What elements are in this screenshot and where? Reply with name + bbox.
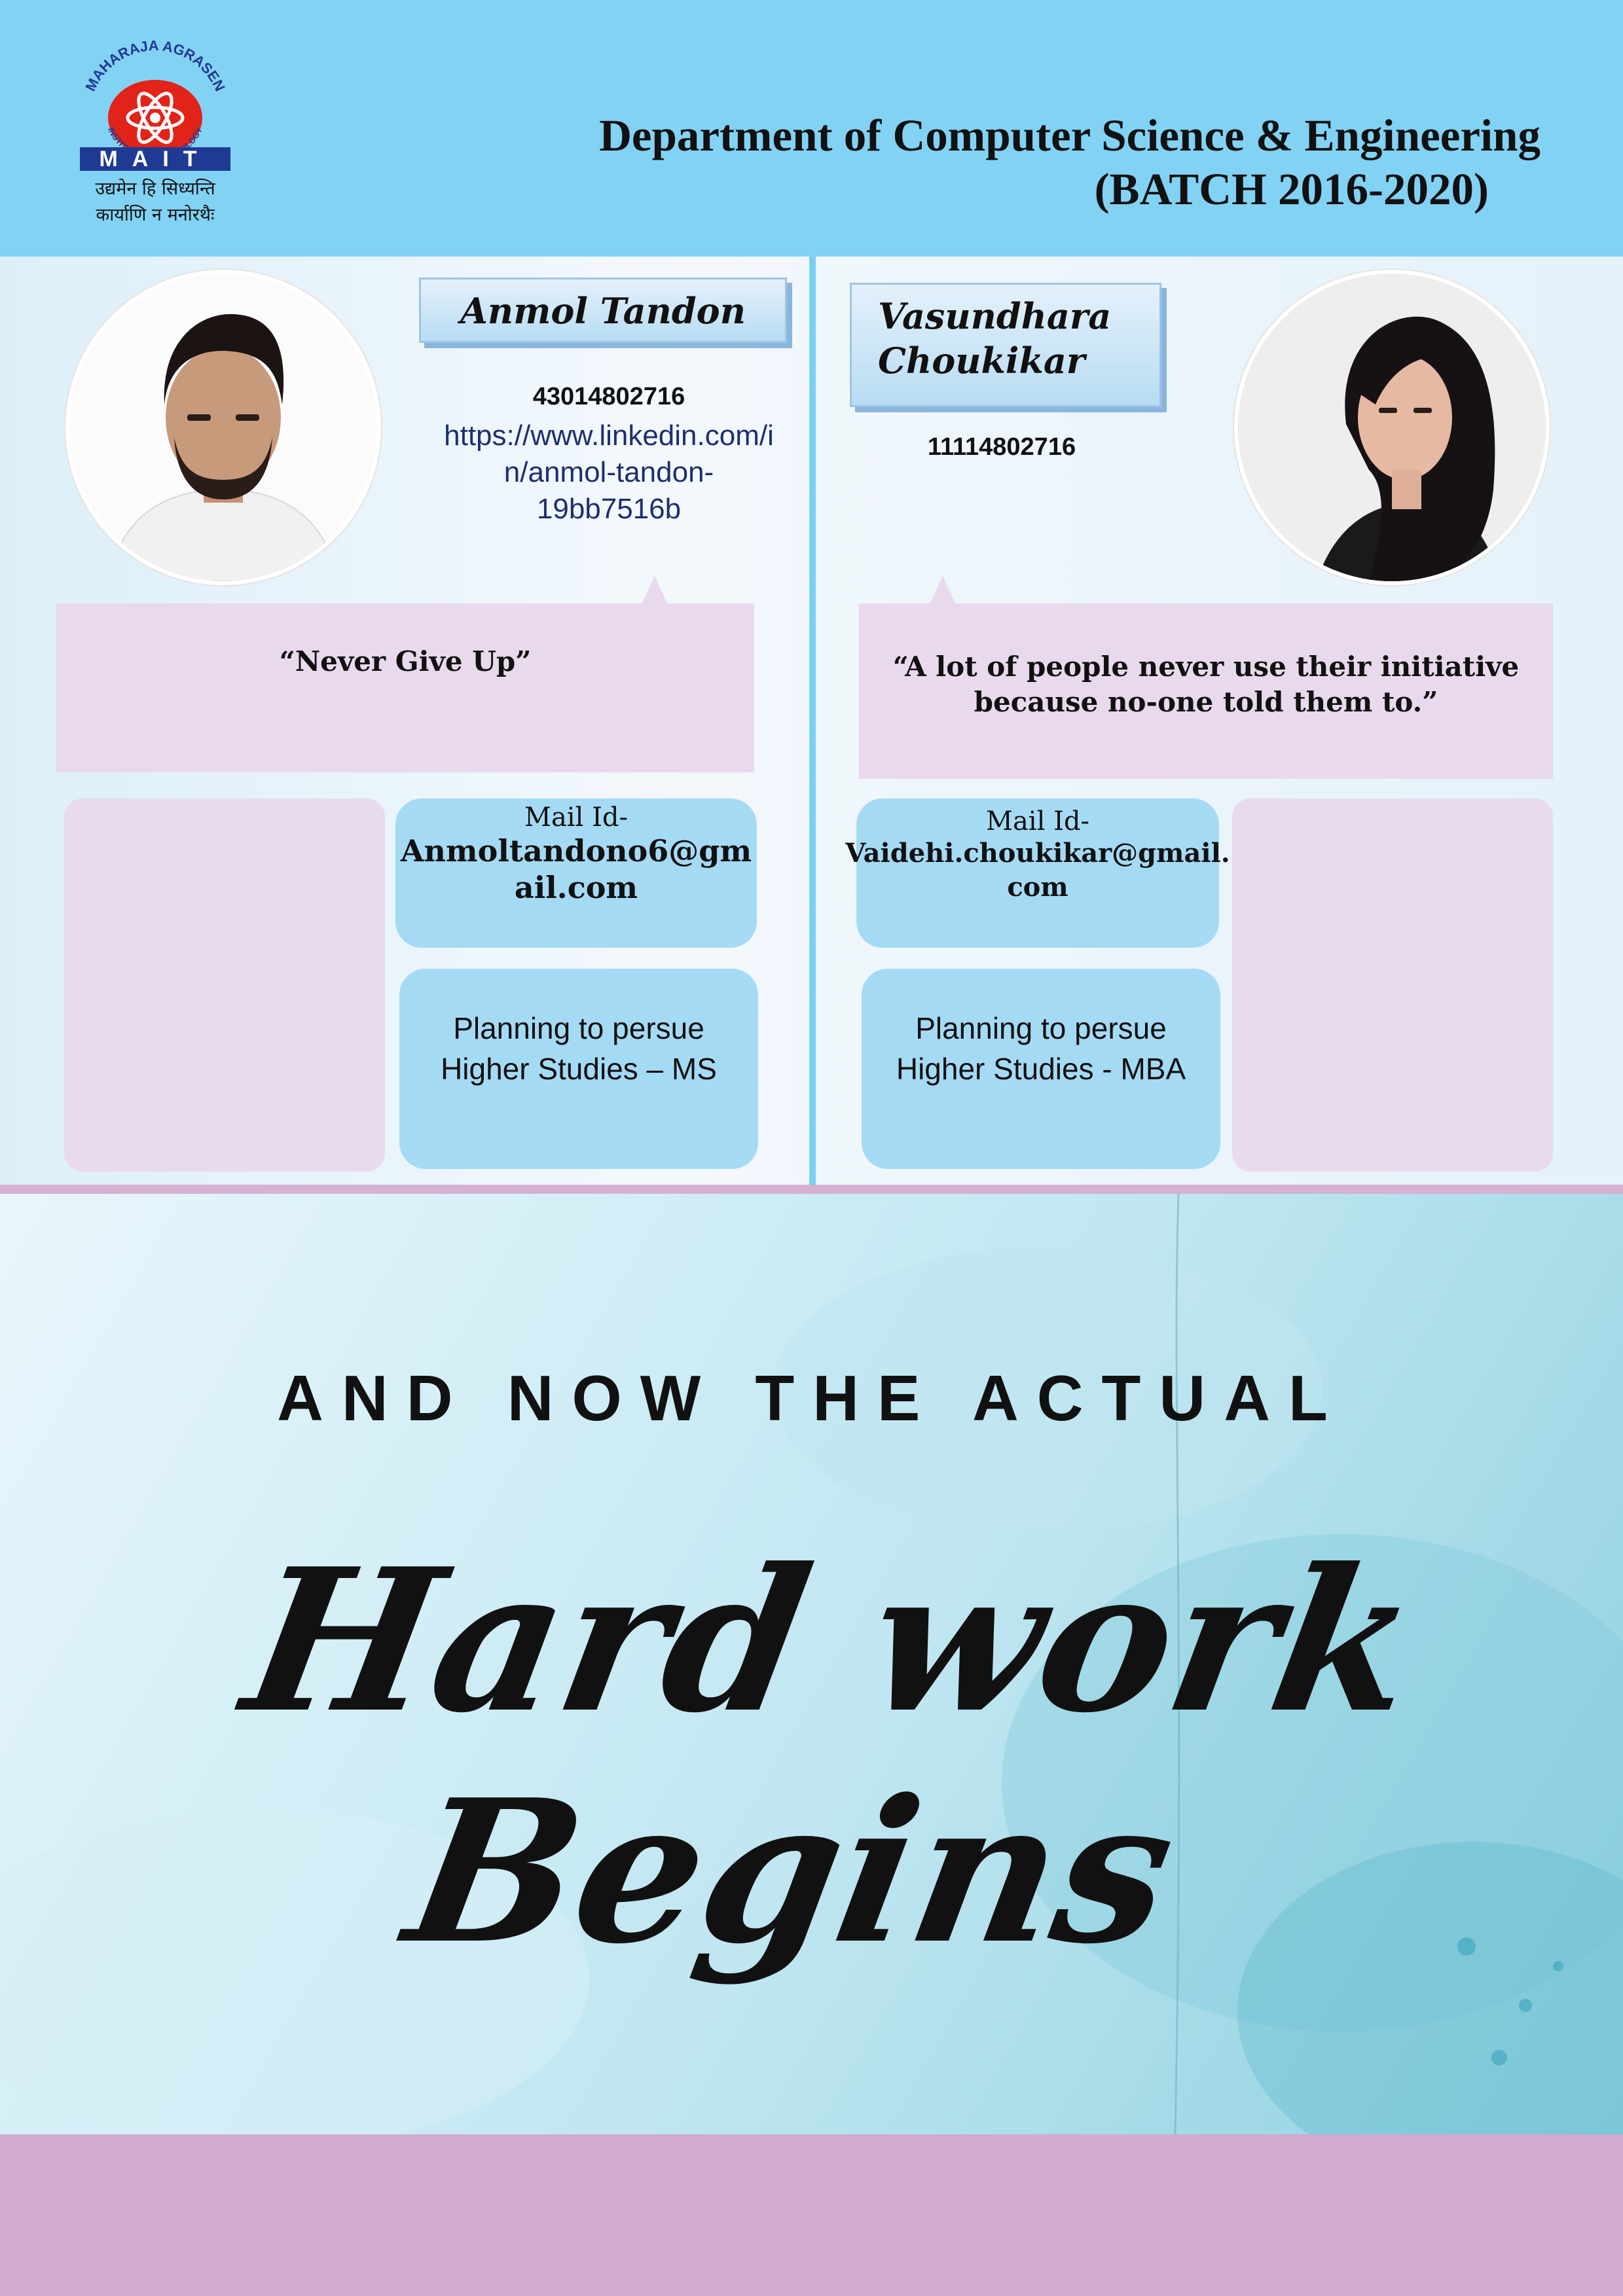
mail-line-1: Vaidehi.choukikar@gmail.	[845, 838, 1230, 869]
logo-motto-line2: कार्याणि न मनोरथैः	[96, 204, 215, 225]
person-avatar-icon	[1238, 274, 1546, 581]
plan-line-1: Planning to persue	[453, 1011, 704, 1045]
mail-label: Mail Id-	[985, 806, 1090, 836]
logo-abbr: MAIT	[99, 147, 211, 171]
student-name-line-2: Choukikar	[878, 340, 1085, 382]
person-avatar-icon	[69, 274, 377, 581]
mail-line-1: Anmoltandono6@gm	[400, 833, 752, 869]
plan-line-1: Planning to persue	[915, 1011, 1167, 1045]
quote-line-1: “A lot of people never use their initiat…	[892, 651, 1520, 683]
mail-card: Mail Id- Anmoltandono6@gm ail.com	[395, 798, 757, 948]
plan-card: Planning to persue Higher Studies – MS	[399, 969, 758, 1169]
quote-line-2: because no-one told them to.”	[974, 686, 1438, 718]
student-photo-anmol	[65, 270, 381, 585]
plan-line-2: Higher Studies – MS	[441, 1052, 717, 1086]
logo-motto-line1: उद्यमेन हि सिध्यन्ति	[95, 178, 215, 199]
linkedin-url[interactable]: https://www.linkedin.com/i n/anmol-tando…	[406, 418, 812, 528]
student-roll-number: 43014802716	[532, 383, 685, 410]
student-name: Anmol Tandon	[460, 290, 746, 332]
banner-line-1: AND NOW THE ACTUAL	[277, 1362, 1346, 1434]
quote-tail	[930, 576, 956, 605]
batch-title: (BATCH 2016-2020)	[1094, 164, 1489, 214]
department-title: Department of Computer Science & Enginee…	[599, 111, 1541, 160]
photo-placeholder-card	[64, 798, 385, 1172]
mail-line-2: com	[1007, 872, 1068, 903]
linkedin-line-3: 19bb7516b	[536, 493, 682, 525]
mail-value[interactable]: Anmoltandono6@gm ail.com	[395, 833, 757, 906]
student-name-box: Vasundhara Choukikar	[850, 283, 1161, 407]
student-photo-vasundhara	[1234, 270, 1550, 585]
plan-card: Planning to persue Higher Studies - MBA	[862, 969, 1220, 1169]
mail-value[interactable]: Vaidehi.choukikar@gmail. com	[843, 836, 1232, 905]
linkedin-line-2: n/anmol-tandon-	[503, 456, 714, 488]
mail-line-2: ail.com	[514, 870, 638, 905]
quote-text: “Never Give Up”	[279, 645, 532, 677]
quote-tail	[642, 576, 668, 605]
plan-line-2: Higher Studies - MBA	[896, 1052, 1186, 1086]
section-divider	[0, 1185, 1623, 1194]
photo-placeholder-card	[1232, 798, 1553, 1172]
quote-box: “Never Give Up”	[56, 603, 754, 772]
banner-line-2: Hard work Begins	[230, 1525, 1433, 1987]
mail-label: Mail Id-	[524, 802, 629, 833]
footer-band	[0, 2134, 1623, 2296]
college-logo: MAHARAJA AGRASEN INSTITUTE OF TECHNOLOGY…	[80, 41, 230, 225]
student-name-box: Anmol Tandon	[419, 278, 787, 343]
vertical-divider	[809, 257, 816, 1185]
linkedin-line-1: https://www.linkedin.com/i	[444, 420, 774, 452]
student-roll-number: 11114802716	[927, 433, 1076, 461]
quote-box: “A lot of people never use their initiat…	[859, 603, 1553, 779]
student-name-line-1: Vasundhara	[878, 295, 1112, 337]
mail-card: Mail Id- Vaidehi.choukikar@gmail. com	[845, 798, 1230, 948]
